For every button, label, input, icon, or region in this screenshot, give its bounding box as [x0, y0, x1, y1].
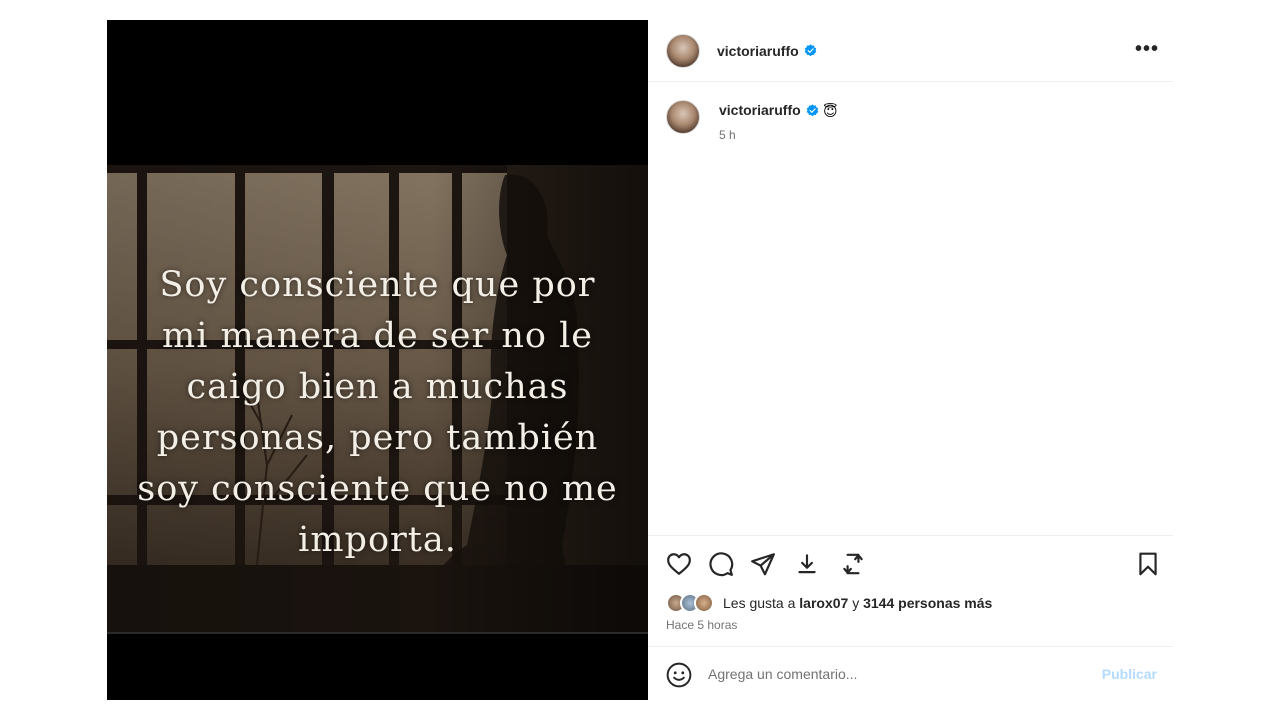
- liker-username[interactable]: larox07: [799, 595, 848, 611]
- avatar[interactable]: [666, 34, 700, 68]
- comment-bar: Publicar: [648, 646, 1173, 700]
- comment-input[interactable]: [708, 663, 1088, 685]
- download-icon[interactable]: [794, 551, 820, 577]
- quote-line: personas, pero también: [156, 418, 599, 458]
- quote-text: Soy consciente que por mi manera de ser …: [107, 260, 648, 566]
- caption-avatar[interactable]: [666, 100, 700, 134]
- action-bar: [648, 535, 1173, 585]
- publish-button[interactable]: Publicar: [1102, 666, 1157, 682]
- heart-icon[interactable]: [666, 551, 692, 577]
- liker-avatars[interactable]: [666, 593, 720, 613]
- post-side-panel: victoriaruffo ••• victoriaruffo 😇 5 h Le…: [648, 20, 1173, 700]
- emoji-picker-icon[interactable]: [666, 662, 692, 688]
- quote-line: caigo bien a muchas: [186, 367, 569, 407]
- caption-emoji: 😇: [823, 103, 838, 119]
- quote-line: importa.: [298, 520, 457, 560]
- liker-avatar: [694, 593, 714, 613]
- quote-line: soy consciente que no me: [137, 469, 618, 509]
- header-username[interactable]: victoriaruffo: [717, 43, 799, 59]
- verified-badge-icon: [804, 44, 817, 57]
- quote-line: Soy consciente que por: [159, 265, 596, 305]
- likes-text: Les gusta a larox07 y 3144 personas más: [723, 595, 992, 611]
- likes-prefix: Les gusta a: [723, 595, 800, 611]
- caption-timestamp[interactable]: 5 h: [719, 128, 736, 142]
- post-header: victoriaruffo •••: [648, 20, 1173, 82]
- likes-count-link[interactable]: 3144 personas más: [863, 595, 992, 611]
- caption-username[interactable]: victoriaruffo: [719, 102, 801, 118]
- post-time-ago[interactable]: Hace 5 horas: [666, 618, 737, 632]
- verified-badge-icon: [806, 104, 819, 117]
- quote-line: mi manera de ser no le: [162, 316, 593, 356]
- share-icon[interactable]: [750, 551, 776, 577]
- likes-connector: y: [848, 595, 864, 611]
- repost-icon[interactable]: [840, 551, 866, 577]
- media-divider: [107, 632, 648, 634]
- bookmark-icon[interactable]: [1135, 551, 1161, 577]
- post-media[interactable]: Soy consciente que por mi manera de ser …: [107, 20, 648, 700]
- more-options-icon[interactable]: •••: [1135, 39, 1159, 59]
- comment-icon[interactable]: [708, 551, 734, 577]
